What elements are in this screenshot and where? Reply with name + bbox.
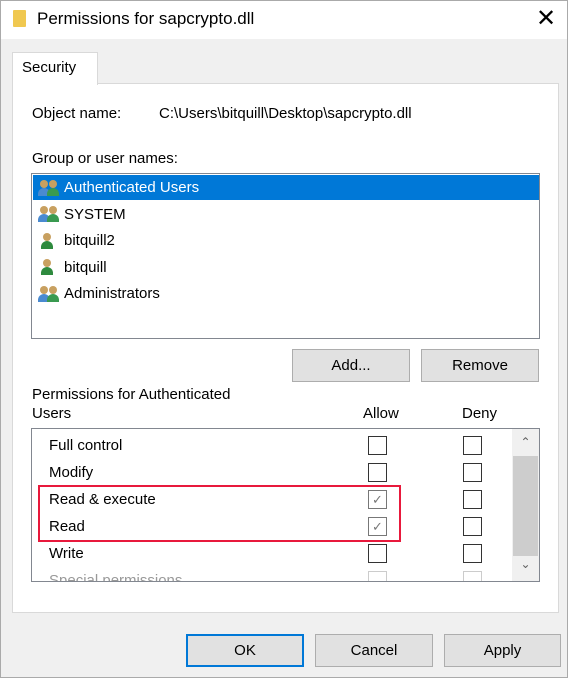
permission-allow-checkbox[interactable] (368, 463, 387, 482)
ok-button[interactable]: OK (186, 634, 304, 667)
remove-button[interactable]: Remove (421, 349, 539, 382)
permission-label: Write (49, 545, 84, 562)
object-name-label: Object name: (32, 105, 122, 122)
scrollbar[interactable]: ⌃ ⌄ (512, 429, 539, 581)
scrollbar-thumb[interactable] (513, 456, 538, 556)
list-item[interactable]: bitquill (33, 255, 539, 280)
scroll-up-icon[interactable]: ⌃ (512, 435, 539, 449)
permission-deny-checkbox[interactable] (463, 463, 482, 482)
permission-allow-checkbox[interactable] (368, 436, 387, 455)
permission-deny-checkbox[interactable] (463, 544, 482, 563)
user-icon (38, 258, 60, 276)
cancel-button[interactable]: Cancel (315, 634, 433, 667)
add-button[interactable]: Add... (292, 349, 410, 382)
user-group-icon (38, 205, 60, 223)
list-item-label: SYSTEM (64, 205, 126, 223)
permission-deny-checkbox[interactable] (463, 517, 482, 536)
permission-label: Modify (49, 464, 94, 481)
tab-security[interactable]: Security (12, 52, 98, 85)
group-user-list[interactable]: Authenticated Users SYSTEM bitquill2 bitqui… (31, 173, 540, 339)
close-icon[interactable]: ✕ (534, 4, 558, 33)
apply-button[interactable]: Apply (444, 634, 561, 667)
list-item[interactable]: SYSTEM (33, 202, 539, 227)
list-item-label: bitquill2 (64, 232, 115, 249)
title-bar: Permissions for sapcrypto.dll ✕ (1, 1, 567, 39)
deny-header: Deny (462, 405, 498, 422)
permission-allow-checkbox[interactable] (368, 544, 387, 563)
folder-icon (13, 10, 26, 27)
list-item-label: bitquill (64, 258, 107, 276)
allow-header: Allow (363, 405, 399, 422)
object-name-value: C:\Users\bitquill\Desktop\sapcrypto.dll (159, 105, 412, 122)
list-item[interactable]: Authenticated Users (33, 175, 539, 200)
window-title: Permissions for sapcrypto.dll (37, 9, 255, 28)
scroll-down-icon[interactable]: ⌄ (512, 557, 539, 571)
list-item[interactable]: bitquill2 (33, 228, 539, 253)
list-item-label: Authenticated Users (64, 179, 200, 196)
permission-label: Special permissions (49, 572, 183, 582)
permissions-dialog: Permissions for sapcrypto.dll ✕ Security… (0, 0, 568, 678)
highlight-box (38, 485, 401, 542)
list-item-label: Administrators (64, 285, 160, 302)
user-group-icon (38, 285, 60, 303)
user-group-icon (38, 179, 60, 197)
permission-deny-checkbox[interactable] (463, 490, 482, 509)
permission-allow-checkbox[interactable] (368, 571, 387, 581)
user-icon (38, 232, 60, 250)
permissions-label: Permissions for Authenticated Users (32, 386, 231, 422)
list-item[interactable]: Administrators (33, 281, 539, 306)
permission-label: Full control (49, 437, 123, 454)
permission-deny-checkbox[interactable] (463, 436, 482, 455)
group-names-label: Group or user names: (32, 150, 178, 167)
permission-deny-checkbox[interactable] (463, 571, 482, 581)
